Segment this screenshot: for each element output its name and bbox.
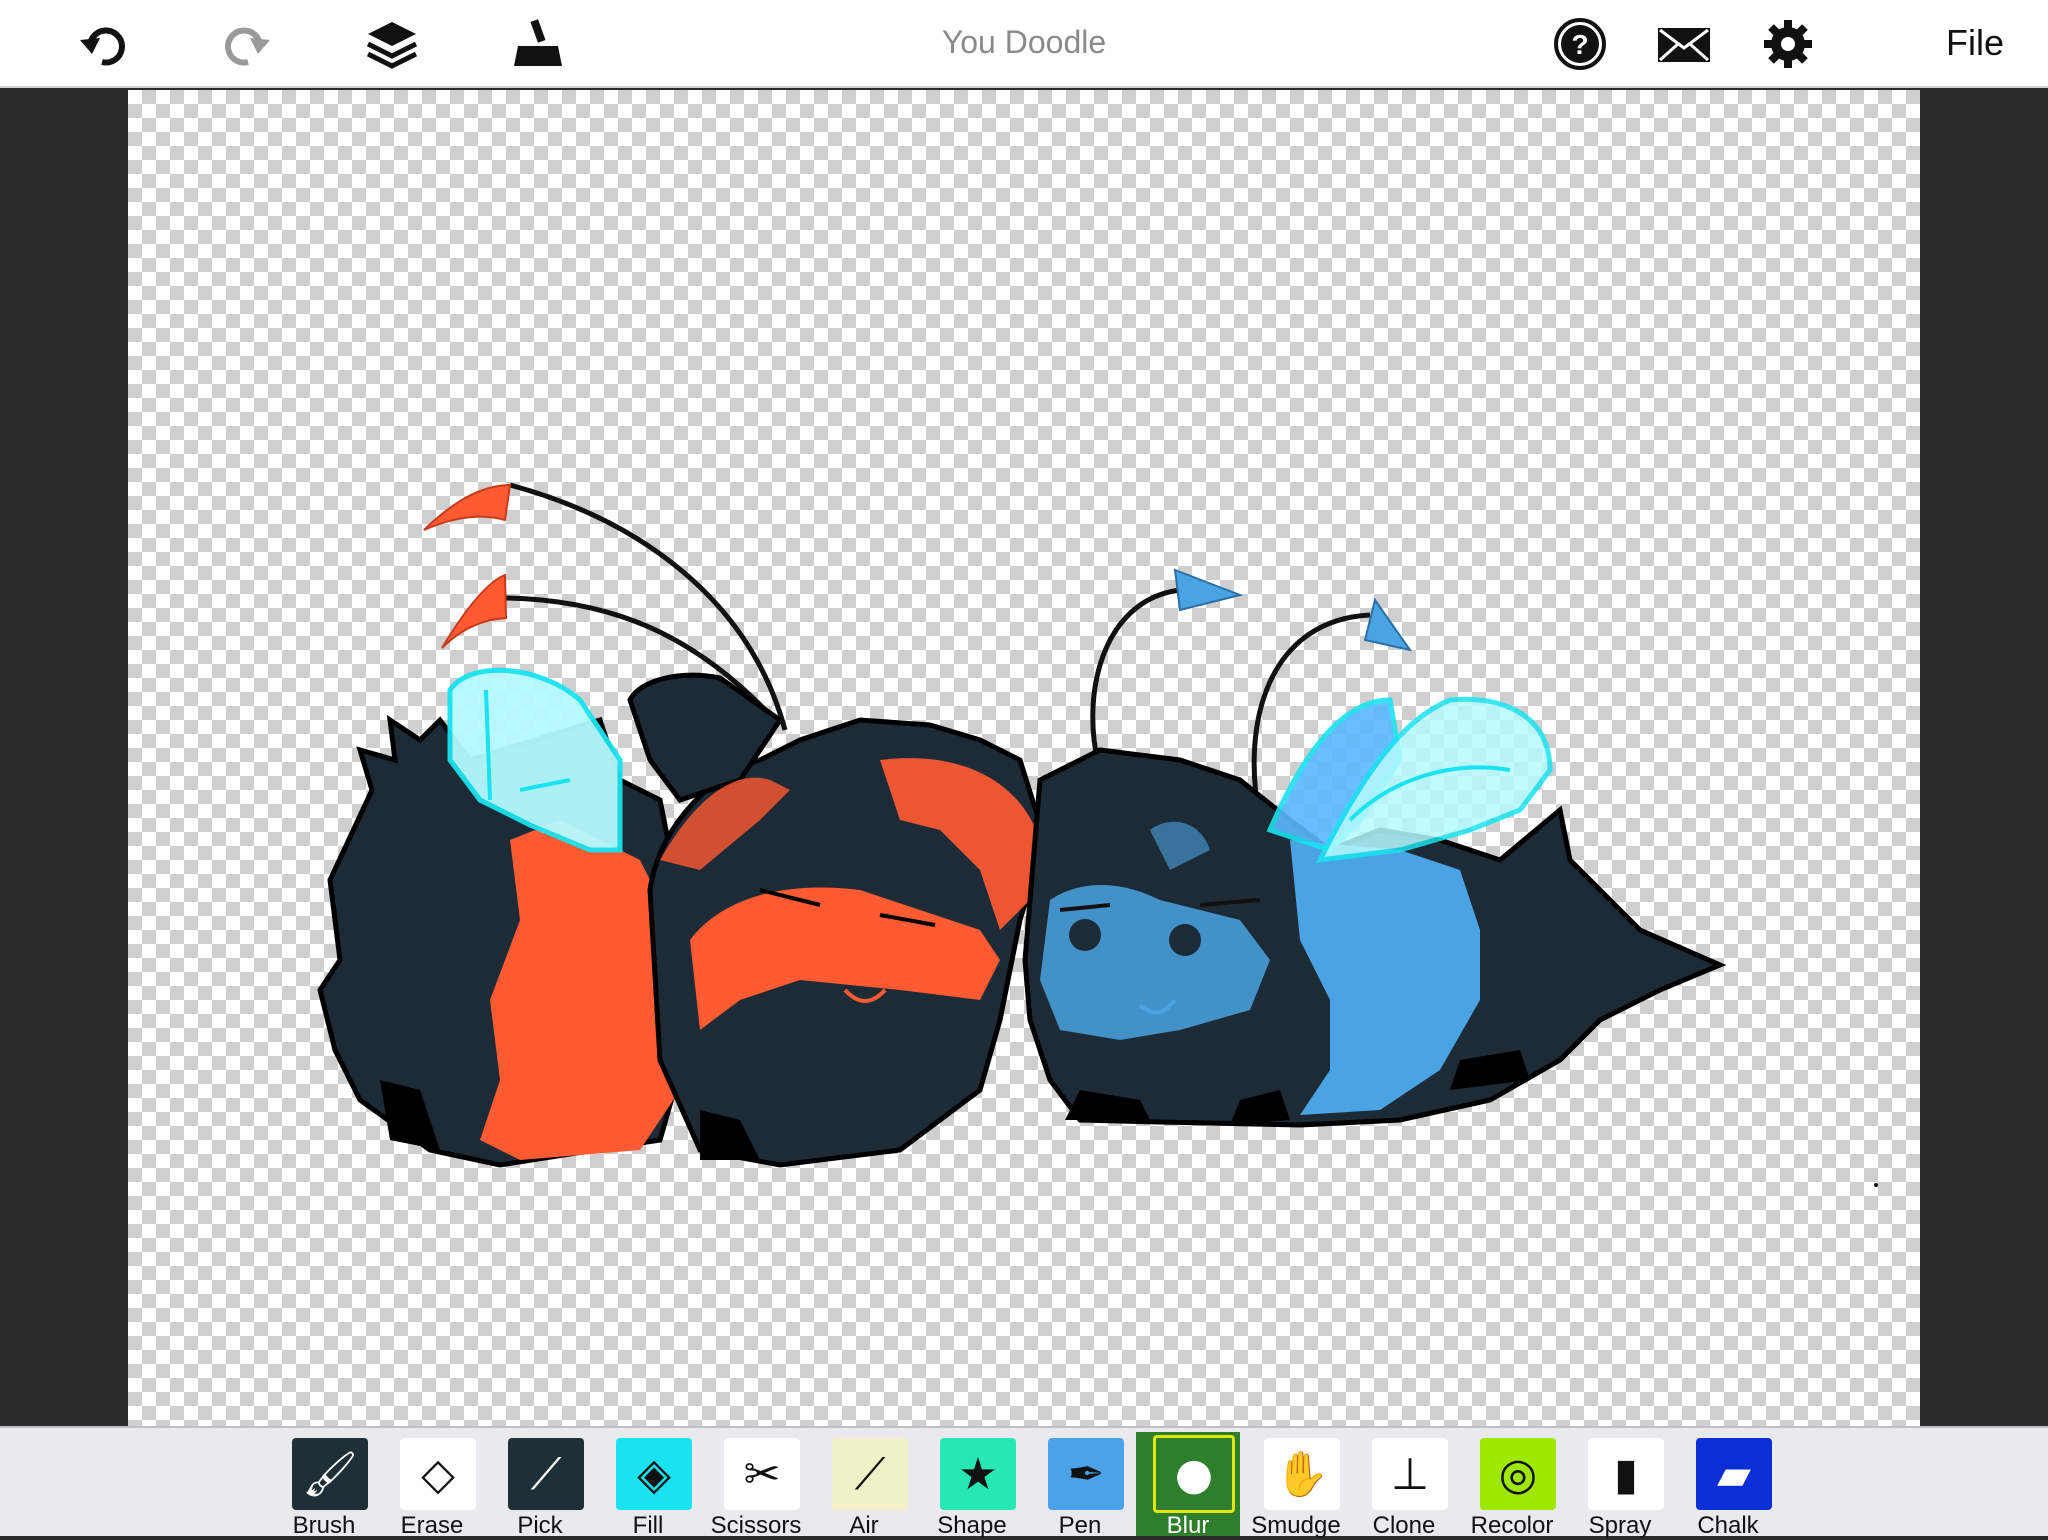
help-icon[interactable]: ? [1550,14,1610,74]
airbrush-icon: ⟋ [832,1438,908,1510]
bee-drawing [317,482,1878,1187]
top-toolbar: You Doodle ? File [0,0,2048,88]
tool-smudge[interactable]: ✋ Smudge [1244,1432,1348,1539]
app-title: You Doodle [941,24,1107,60]
blur-drop-icon: ● [1153,1435,1235,1513]
layers-icon[interactable] [362,14,422,74]
brush-icon: 🖌 [292,1438,368,1510]
tool-chalk[interactable]: ▰ Chalk [1676,1432,1780,1539]
drawing-canvas[interactable] [128,90,1920,1426]
undo-icon[interactable] [74,14,134,74]
tool-recolor[interactable]: ◎ Recolor [1460,1432,1564,1539]
scissors-icon: ✂ [724,1438,800,1510]
tool-pick[interactable]: ⟋ Pick [488,1432,592,1539]
mail-icon[interactable] [1654,14,1714,74]
tool-pen[interactable]: ✒ Pen [1028,1432,1132,1539]
tool-shape[interactable]: ★ Shape [920,1432,1024,1539]
svg-text:?: ? [1571,29,1588,60]
tool-spray[interactable]: ▮ Spray [1568,1432,1672,1539]
file-menu-button[interactable]: File [1946,22,2004,64]
redo-icon[interactable] [216,14,276,74]
tool-clone[interactable]: ⊥ Clone [1352,1432,1456,1539]
eraser-icon: ◇ [400,1438,476,1510]
fill-bucket-icon: ◈ [616,1438,692,1510]
clone-stamp-icon: ⊥ [1372,1438,1448,1510]
recolor-icon: ◎ [1480,1438,1556,1510]
shape-icon: ★ [940,1438,1016,1510]
tool-erase[interactable]: ◇ Erase [380,1432,484,1539]
pen-icon: ✒ [1048,1438,1124,1510]
left-margin [0,90,128,1426]
eyedropper-icon: ⟋ [508,1438,584,1510]
settings-icon[interactable] [1758,14,1818,74]
tool-fill[interactable]: ◈ Fill [596,1432,700,1539]
tool-scissors[interactable]: ✂ Scissors [704,1432,808,1539]
right-margin [1920,90,2048,1426]
chalk-icon: ▰ [1696,1438,1772,1510]
stamp-icon[interactable] [508,14,568,74]
tool-blur[interactable]: ● Blur [1136,1432,1240,1539]
smudge-hand-icon: ✋ [1264,1438,1340,1510]
tool-brush[interactable]: 🖌 Brush [272,1432,376,1539]
bottom-tool-palette: 🖌 Brush ◇ Erase ⟋ Pick ◈ Fill ✂ Scissors ⟋ Air ★ Shap… [0,1426,2048,1539]
spray-can-icon: ▮ [1588,1438,1664,1510]
tool-air[interactable]: ⟋ Air [812,1432,916,1539]
